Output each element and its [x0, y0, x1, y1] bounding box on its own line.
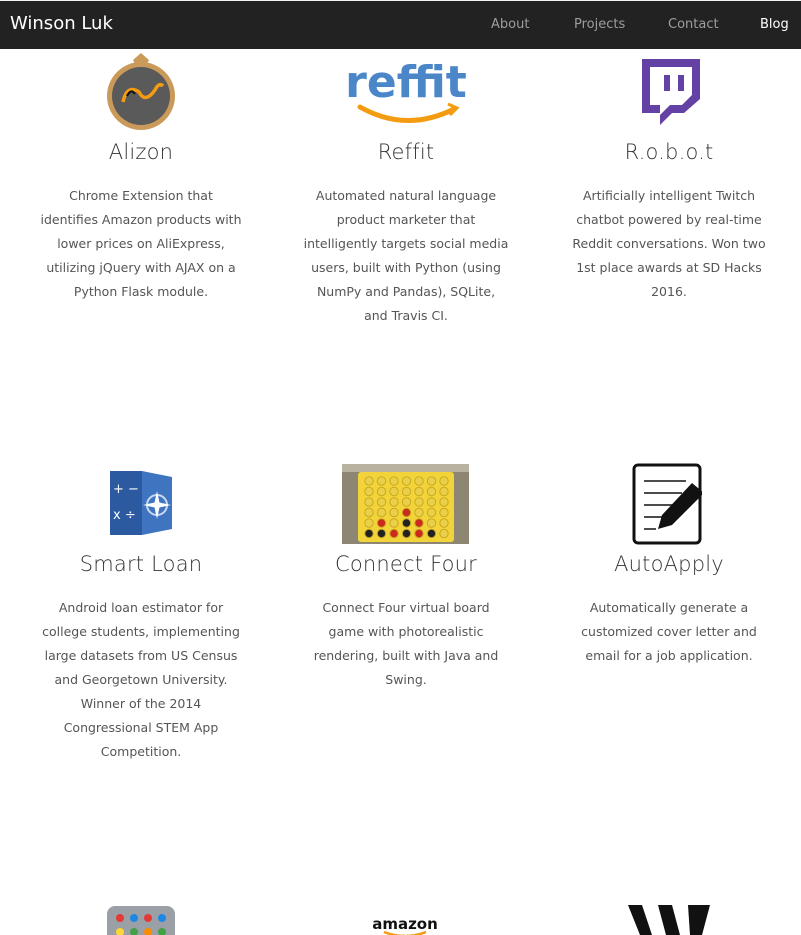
project-description: Automatically generate a customized cove…	[581, 600, 757, 663]
board-hole	[439, 497, 449, 507]
board-hole	[426, 518, 437, 528]
board-hole	[389, 497, 399, 507]
amazon-logo-icon[interactable]: amazon	[370, 912, 440, 935]
board-hole	[364, 476, 374, 486]
calculator-compass-icon[interactable]: + − x ÷	[108, 469, 174, 537]
board-hole	[401, 476, 412, 486]
board-hole	[376, 476, 387, 486]
reffit-logo-icon[interactable]: reffit	[336, 55, 476, 130]
project-card-reffit[interactable]: Reffit Automated natural language produc…	[300, 140, 512, 328]
connect-four-board-icon[interactable]	[342, 464, 469, 544]
nav-projects-link[interactable]: Projects	[574, 17, 625, 32]
board-hole	[389, 476, 399, 486]
project-title: R.o.b.o.t	[624, 140, 714, 164]
svg-text:reffit: reffit	[345, 57, 467, 108]
board-hole	[439, 507, 449, 518]
document-pencil-icon[interactable]	[632, 463, 702, 545]
board-hole	[364, 518, 374, 528]
top-navbar: Winson Luk About Projects Contact Blog	[0, 0, 801, 49]
project-card-smart-loan[interactable]: Smart Loan Android loan estimator for co…	[35, 552, 247, 764]
board-hole	[426, 528, 437, 539]
board-hole	[401, 518, 412, 528]
twitch-logo-icon[interactable]	[638, 59, 700, 125]
svg-text:x ÷: x ÷	[113, 508, 136, 523]
board-hole	[414, 528, 424, 539]
brand-name[interactable]: Winson Luk	[10, 13, 113, 34]
board-hole	[364, 528, 374, 539]
nav-contact-link[interactable]: Contact	[668, 17, 719, 32]
app-grid-icon[interactable]	[107, 906, 175, 935]
board-hole	[426, 497, 437, 507]
board-hole	[426, 507, 437, 518]
project-description: Android loan estimator for college stude…	[42, 600, 240, 759]
board-hole	[376, 528, 387, 539]
project-title: Alizon	[108, 140, 174, 164]
board-hole	[439, 528, 449, 539]
project-title: Reffit	[377, 140, 435, 164]
board-hole	[439, 476, 449, 486]
board-hole	[401, 486, 412, 497]
board-hole	[426, 486, 437, 497]
w-logo-icon[interactable]	[628, 905, 712, 935]
project-description: Artificially intelligent Twitch chatbot …	[572, 188, 766, 299]
board-hole	[401, 507, 412, 518]
project-title: Smart Loan	[79, 552, 203, 576]
board-hole	[389, 507, 399, 518]
project-title: AutoApply	[614, 552, 724, 576]
board-hole	[376, 497, 387, 507]
board-hole	[414, 518, 424, 528]
project-description: Connect Four virtual board game with pho…	[313, 600, 499, 687]
board-hole	[414, 497, 424, 507]
project-card-robot[interactable]: R.o.b.o.t Artificially intelligent Twitc…	[563, 140, 775, 304]
board-hole	[439, 486, 449, 497]
board-hole	[389, 528, 399, 539]
nav-about-link[interactable]: About	[491, 17, 529, 32]
project-title: Connect Four	[334, 552, 478, 576]
board-hole	[376, 518, 387, 528]
board-hole	[414, 507, 424, 518]
board-hole	[414, 486, 424, 497]
project-description: Automated natural language product marke…	[303, 188, 509, 323]
svg-text:+ −: + −	[113, 482, 139, 497]
board-hole	[439, 518, 449, 528]
board-hole	[364, 497, 374, 507]
board-hole	[389, 518, 399, 528]
board-hole	[376, 486, 387, 497]
board-hole	[401, 528, 412, 539]
project-card-autoapply[interactable]: AutoApply Automatically generate a custo…	[563, 552, 775, 668]
board-hole	[401, 497, 412, 507]
project-card-alizon[interactable]: Alizon Chrome Extension that identifies …	[35, 140, 247, 304]
board-hole	[364, 486, 374, 497]
board-hole	[389, 486, 399, 497]
alizon-logo-icon[interactable]	[105, 52, 177, 132]
project-description: Chrome Extension that identifies Amazon …	[40, 188, 242, 299]
nav-blog-link[interactable]: Blog	[760, 17, 789, 32]
board-hole	[364, 507, 374, 518]
board-hole	[426, 476, 437, 486]
board-hole	[376, 507, 387, 518]
project-card-connect-four[interactable]: Connect Four Connect Four virtual board …	[300, 552, 512, 692]
board-hole	[414, 476, 424, 486]
svg-text:amazon: amazon	[372, 915, 438, 933]
